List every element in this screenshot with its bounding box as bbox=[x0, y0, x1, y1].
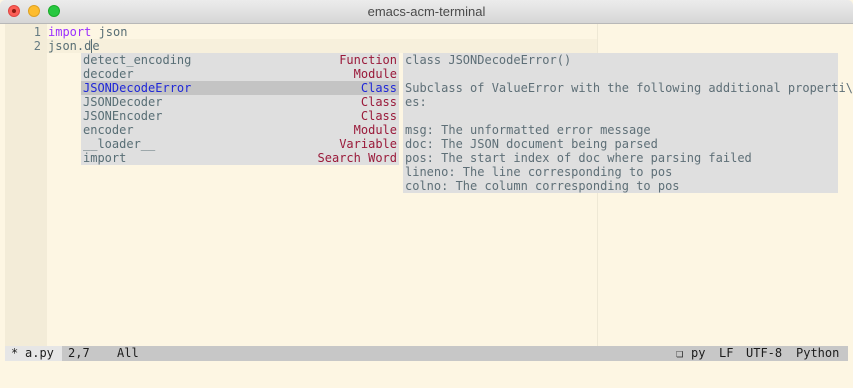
eol-type[interactable]: LF bbox=[719, 346, 733, 361]
echo-area bbox=[0, 361, 853, 388]
file-extension: py bbox=[691, 346, 706, 360]
completion-candidate: JSONDecodeError bbox=[83, 81, 192, 95]
completion-kind: Function bbox=[339, 53, 397, 67]
emacs-window: emacs-acm-terminal 1 2 import json json.… bbox=[0, 0, 853, 388]
doc-line: Subclass of ValueError with the followin… bbox=[405, 81, 853, 95]
modified-indicator: * bbox=[11, 346, 19, 360]
line-number-gutter bbox=[5, 24, 47, 346]
documentation-popup: class JSONDecodeError() Subclass of Value… bbox=[403, 53, 853, 193]
completion-kind: Class bbox=[360, 109, 397, 123]
buffer-name[interactable]: a.py bbox=[25, 346, 54, 361]
completion-kind: Variable bbox=[339, 137, 397, 151]
doc-line bbox=[403, 109, 838, 123]
doc-line: class JSONDecodeError() bbox=[405, 53, 572, 67]
doc-line: pos: The start index of doc where parsin… bbox=[405, 151, 752, 165]
mode-line: * a.py 2,7 All ❏ py LF UTF-8 Python bbox=[5, 346, 848, 361]
current-line-highlight bbox=[47, 39, 597, 53]
completion-kind: Module bbox=[353, 67, 397, 81]
window-title: emacs-acm-terminal bbox=[367, 4, 486, 19]
completion-item[interactable]: decoder Module bbox=[81, 67, 399, 81]
completion-candidate: encoder bbox=[83, 123, 134, 137]
code-text: json.d bbox=[48, 39, 92, 53]
completion-candidate: JSONEncoder bbox=[83, 109, 163, 123]
completion-item[interactable]: JSONDecoder Class bbox=[81, 95, 399, 109]
doc-line: es: bbox=[405, 95, 427, 109]
line-number: 1 bbox=[33, 25, 41, 39]
keyword-token: import bbox=[48, 25, 92, 39]
doc-line: colno: The column corresponding to pos bbox=[405, 179, 680, 193]
encoding[interactable]: UTF-8 bbox=[746, 346, 782, 361]
doc-line: doc: The JSON document being parsed bbox=[405, 137, 658, 151]
completion-menu[interactable]: detect_encoding Function decoder Module JSON… bbox=[81, 53, 399, 165]
completion-kind: Search Word bbox=[317, 151, 397, 165]
doc-line: msg: The unformatted error message bbox=[405, 123, 651, 137]
completion-kind: Class bbox=[360, 95, 397, 109]
completion-item[interactable]: encoder Module bbox=[81, 123, 399, 137]
completion-candidate: detect_encoding bbox=[83, 53, 192, 67]
completion-kind: Class bbox=[360, 81, 397, 95]
completion-item[interactable]: JSONDecodeError Class bbox=[81, 81, 399, 95]
completion-kind: Module bbox=[353, 123, 397, 137]
code-text: json bbox=[91, 25, 128, 39]
file-type-icon: ❏ bbox=[676, 346, 684, 360]
completion-candidate: __loader__ bbox=[83, 137, 156, 151]
completion-candidate: import bbox=[83, 151, 127, 165]
cursor-position: 2,7 bbox=[68, 346, 90, 360]
doc-line: lineno: The line corresponding to pos bbox=[405, 165, 673, 179]
major-mode[interactable]: Python bbox=[796, 346, 839, 361]
completion-item[interactable]: detect_encoding Function bbox=[81, 53, 399, 67]
text-cursor: e bbox=[91, 39, 100, 53]
title-bar[interactable]: emacs-acm-terminal bbox=[0, 0, 853, 24]
scroll-position: All bbox=[117, 346, 139, 360]
code-line[interactable]: json.de bbox=[48, 39, 100, 53]
completion-candidate: decoder bbox=[83, 67, 134, 81]
completion-item[interactable]: JSONEncoder Class bbox=[81, 109, 399, 123]
line-number: 2 bbox=[33, 39, 41, 53]
completion-candidate: JSONDecoder bbox=[83, 95, 163, 109]
doc-line bbox=[403, 67, 838, 81]
completion-item[interactable]: import Search Word bbox=[81, 151, 399, 165]
completion-item[interactable]: __loader__ Variable bbox=[81, 137, 399, 151]
code-line[interactable]: import json bbox=[48, 25, 127, 39]
